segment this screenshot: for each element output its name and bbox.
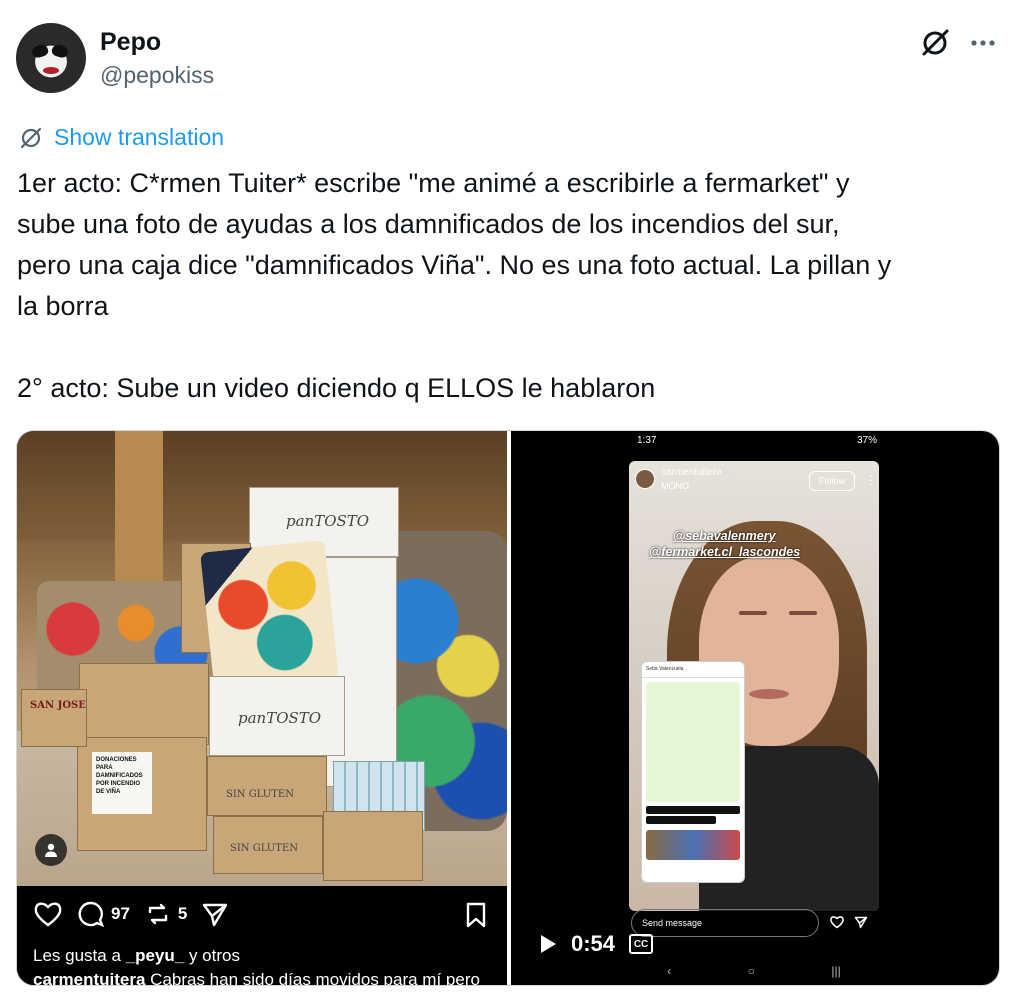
box-sin-gluten-1: SIN GLUTEN [207,756,327,816]
colorful-tote-bag [200,539,339,693]
phone-status-bar: 1:37 37% [637,435,877,446]
story-audio: MONO [661,481,689,491]
box-sin-gluten-2: SIN GLUTEN [213,816,323,874]
author-name[interactable]: Pepo [100,28,161,57]
story-avatar [635,469,655,489]
show-translation-link[interactable]: Show translation [18,124,224,151]
chat-header: Seba Valenzuela [642,662,744,678]
story-reply-row: Send message [631,909,881,939]
donations-photo: panTOSTO panTOSTO SIN GLUTEN SIN GLUTEN … [17,431,507,886]
story-heart-icon [830,916,844,929]
instagram-action-bar: 97 5 Les gusta a _peyu_ y otros carmentu… [17,886,507,986]
person-icon [45,843,57,857]
box-donaciones-vina: DONACIONES PARA DAMNIFICADOS POR INCENDI… [77,737,207,851]
send-icon [203,903,228,927]
comment-count: 97 [111,904,130,923]
status-battery: 37% [856,435,877,446]
grok-icon[interactable] [918,26,952,60]
bookmark-icon [466,902,486,928]
avatar-face-paint [50,43,70,59]
nav-recents-icon: ||| [831,964,841,978]
show-translation-label: Show translation [54,124,225,150]
story-send-icon [854,916,868,929]
box-front-right [323,811,423,881]
avatar-face-paint [30,43,50,59]
video-player-controls: 0:54 CC [539,931,654,957]
box-open [79,663,209,745]
nav-back-icon: ‹ [667,964,672,978]
story-time: 3h [719,467,731,478]
instagram-story: carmentuitera 3h MONO Follow ⋮ @sebavale… [629,461,879,911]
story-username: carmentuitera [661,467,723,478]
nav-home-icon: ○ [747,964,755,978]
mention-fermarket: @fermarket.cl_lascondes [649,545,801,559]
tagged-users-button[interactable] [35,834,67,866]
tweet-text: 1er acto: C*rmen Tuiter* escribe "me ani… [17,168,892,403]
grok-translate-icon [20,127,42,148]
media-image-donations[interactable]: panTOSTO panTOSTO SIN GLUTEN SIN GLUTEN … [17,431,507,986]
story-more-icon: ⋮ [865,473,877,487]
heart-icon [34,902,62,927]
media-video[interactable]: 1:37 37% carmentuitera 3h MONO Follow ⋮ … [511,431,999,985]
ig-comment-button: 97 [77,900,130,928]
box-san-jose: SAN JOSE [21,689,87,747]
post-caption: carmentuitera Cabras han sido días movid… [33,970,480,986]
story-follow-button: Follow [809,471,855,491]
captions-button[interactable]: CC [629,934,654,954]
story-header: carmentuitera 3h MONO Follow ⋮ [635,467,877,497]
media-grid: panTOSTO panTOSTO SIN GLUTEN SIN GLUTEN … [16,430,1000,986]
repost-icon [148,903,168,925]
author-handle[interactable]: @pepokiss [100,62,214,89]
comment-icon [78,901,105,928]
likes-text: Les gusta a _peyu_ y otros [33,946,240,965]
avatar-lips [43,67,59,74]
android-nav-bar: ‹ ○ ||| [629,959,879,983]
chat-screenshot: Seba Valenzuela [641,661,745,883]
status-time: 1:37 [637,435,657,446]
ig-share-button [201,900,229,928]
author-avatar[interactable] [16,23,86,93]
more-options-icon[interactable] [966,26,1000,60]
play-icon[interactable] [539,934,557,954]
box-pantosto-bottom: panTOSTO [209,676,345,756]
repost-count: 5 [177,904,188,923]
ig-repost-button: 5 [144,900,187,928]
video-duration: 0:54 [571,931,616,956]
ig-like-button [33,900,63,928]
mention-seba: @sebavalenmery [673,529,776,543]
send-message-input: Send message [631,909,819,937]
